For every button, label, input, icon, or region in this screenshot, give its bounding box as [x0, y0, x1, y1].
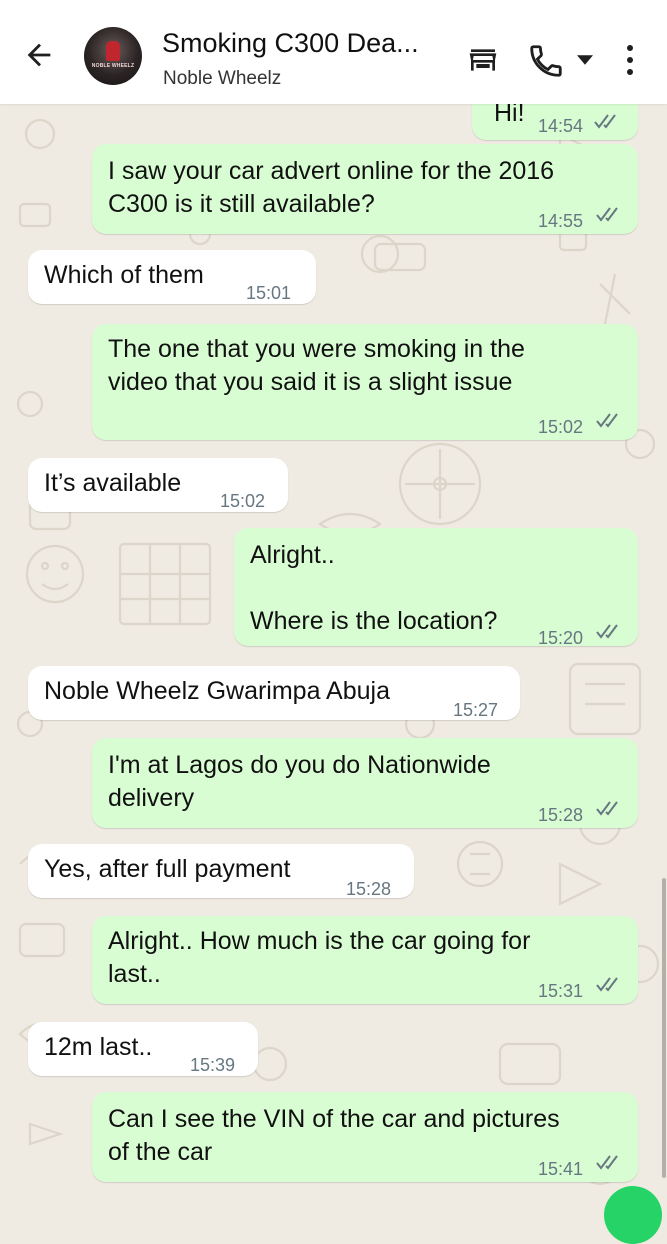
message-text: Can I see the VIN of the car and picture… — [108, 1105, 560, 1133]
avatar[interactable]: NOBLE WHEELZ — [84, 27, 142, 85]
message-time: 15:28 — [538, 805, 584, 825]
message-text: Hi! — [494, 104, 525, 127]
message-text: last.. — [108, 960, 161, 988]
double-check-icon — [596, 801, 618, 816]
message-incoming[interactable]: Which of them 15:01 — [28, 250, 316, 304]
more-vertical-icon[interactable] — [620, 42, 640, 78]
message-text: of the car — [108, 1138, 213, 1166]
message-incoming[interactable]: Yes, after full payment 15:28 — [28, 844, 414, 899]
message-incoming[interactable]: 12m last.. 15:39 — [28, 1022, 258, 1076]
phone-icon[interactable] — [527, 42, 565, 80]
message-text: delivery — [108, 784, 195, 812]
message-text: I saw your car advert online for the 201… — [108, 157, 555, 185]
message-text: Where is the location? — [250, 607, 498, 635]
arrow-left-icon[interactable] — [22, 38, 56, 72]
message-text: video that you said it is a slight issue — [108, 368, 513, 396]
scroll-fab[interactable] — [604, 1186, 662, 1244]
message-text: Yes, after full payment — [44, 855, 291, 883]
message-outgoing[interactable]: Can I see the VIN of the car and picture… — [92, 1092, 638, 1182]
double-check-icon — [596, 207, 618, 222]
message-text: I'm at Lagos do you do Nationwide — [108, 751, 491, 779]
message-time: 15:20 — [538, 628, 584, 648]
message-incoming[interactable]: Noble Wheelz Gwarimpa Abuja 15:27 — [28, 666, 520, 720]
message-outgoing[interactable]: I'm at Lagos do you do Nationwide delive… — [92, 738, 638, 828]
message-text: It’s available — [44, 469, 182, 497]
message-text: Noble Wheelz Gwarimpa Abuja — [44, 677, 390, 705]
double-check-icon — [596, 624, 618, 639]
message-text: Alright.. How much is the car going for — [108, 927, 531, 955]
double-check-icon — [594, 114, 616, 129]
message-time: 14:54 — [538, 116, 584, 136]
message-time: 15:41 — [538, 1159, 584, 1179]
chat-title[interactable]: Smoking C300 Dea... — [162, 28, 419, 59]
message-time: 15:27 — [453, 700, 499, 720]
message-text: Alright.. — [250, 541, 335, 569]
chat-header: NOBLE WHEELZ Smoking C300 Dea... Noble W… — [0, 0, 667, 104]
message-time: 15:02 — [538, 417, 584, 437]
double-check-icon — [596, 1155, 618, 1170]
message-time: 15:28 — [346, 879, 392, 899]
message-outgoing[interactable]: Alright.. Where is the location? 15:20 — [234, 528, 638, 648]
scrollbar[interactable] — [662, 878, 666, 1178]
message-text: C300 is it still available? — [108, 190, 375, 218]
message-time: 15:31 — [538, 981, 584, 1001]
message-outgoing[interactable]: I saw your car advert online for the 201… — [92, 144, 638, 234]
message-text: The one that you were smoking in the — [108, 335, 525, 363]
message-time: 15:39 — [190, 1055, 236, 1075]
avatar-logo-shape — [106, 41, 120, 61]
message-text: 12m last.. — [44, 1033, 153, 1061]
double-check-icon — [596, 413, 618, 428]
message-outgoing[interactable]: Alright.. How much is the car going for … — [92, 916, 638, 1004]
caret-down-icon[interactable] — [577, 55, 593, 65]
message-time: 15:01 — [246, 283, 292, 303]
message-outgoing[interactable]: The one that you were smoking in the vid… — [92, 324, 638, 440]
message-incoming[interactable]: It’s available 15:02 — [28, 458, 288, 512]
message-text: Which of them — [44, 261, 204, 289]
storefront-icon[interactable] — [466, 44, 500, 76]
message-time: 14:55 — [538, 211, 584, 231]
message-time: 15:02 — [220, 491, 266, 511]
double-check-icon — [596, 977, 618, 992]
avatar-logo-text: NOBLE WHEELZ — [91, 63, 135, 69]
message-outgoing[interactable]: Hi! 14:54 — [472, 104, 638, 140]
chat-subtitle[interactable]: Noble Wheelz — [163, 68, 281, 90]
chat-area[interactable]: Hi! 14:54 I saw your car advert online f… — [0, 104, 667, 1200]
